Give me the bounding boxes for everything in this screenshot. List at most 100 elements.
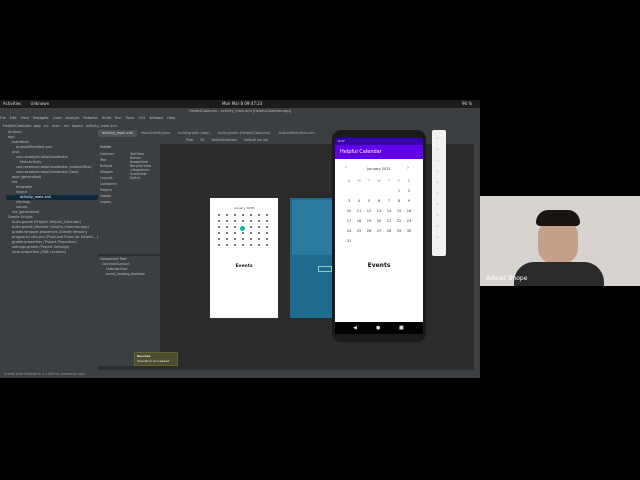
menu-item-vcs[interactable]: VCS xyxy=(138,116,145,120)
theme-selector[interactable]: HelpfulCalendar xyxy=(211,138,237,142)
editor-tab[interactable]: build.gradle (HelpfulCalendar) xyxy=(214,130,275,137)
editor-tab[interactable]: AndroidManifest.xml xyxy=(275,130,319,137)
calendar-day[interactable]: 8 xyxy=(394,197,404,205)
menu-item-view[interactable]: View xyxy=(21,116,29,120)
menu-item-window[interactable]: Window xyxy=(149,116,163,120)
recents-icon[interactable]: ■ xyxy=(399,325,404,331)
palette-item[interactable]: Switch xyxy=(130,176,160,180)
breadcrumb-item[interactable]: src xyxy=(44,124,49,128)
project-panel: Android app manifests AndroidManifest.xml ja… xyxy=(6,130,98,370)
menu-item-analyze[interactable]: Analyze xyxy=(66,116,80,120)
calendar-day[interactable]: 5 xyxy=(364,197,374,205)
battery-status[interactable]: 96 % xyxy=(462,100,472,108)
calendar-day[interactable]: 24 xyxy=(344,227,354,235)
calendar-day[interactable]: 29 xyxy=(394,227,404,235)
calendar-day[interactable]: 9 xyxy=(404,197,414,205)
locale-selector[interactable]: Default (en-us) xyxy=(244,138,268,142)
breadcrumb-item[interactable]: HelpfulCalendar xyxy=(3,124,31,128)
emulator-screen[interactable]: 9:47 Helpful Calendar ‹ January 2021 › S… xyxy=(335,138,423,334)
calendar-day[interactable]: 11 xyxy=(354,207,364,215)
calendar-day[interactable]: 2 xyxy=(404,187,414,195)
overview-icon[interactable]: ◦ xyxy=(436,235,439,241)
breadcrumb-item[interactable]: activity_main.xml xyxy=(86,124,117,128)
activities-button[interactable]: Activities xyxy=(3,101,21,106)
menu-item-navigate[interactable]: Navigate xyxy=(33,116,49,120)
menu-item-refactor[interactable]: Refactor xyxy=(83,116,98,120)
preview-day-cell xyxy=(242,244,244,246)
calendar-day[interactable]: 18 xyxy=(354,217,364,225)
back-icon[interactable]: ◀ xyxy=(353,325,357,331)
app-menu[interactable]: Unknown xyxy=(31,101,50,106)
breadcrumb-item[interactable]: layout xyxy=(72,124,83,128)
breadcrumb-item[interactable]: main xyxy=(52,124,61,128)
calendar-day[interactable]: 16 xyxy=(404,207,414,215)
preview-day-cell xyxy=(218,214,220,216)
clock[interactable]: Mon Mar 8 09:47:23 xyxy=(222,100,262,108)
blueprint-textview xyxy=(318,266,332,272)
menu-item-help[interactable]: Help xyxy=(167,116,175,120)
rotate-right-icon[interactable]: ◦ xyxy=(436,180,439,186)
menu-item-file[interactable]: File xyxy=(0,116,6,120)
home-icon[interactable]: ◦ xyxy=(436,224,439,230)
rotate-left-icon[interactable]: ◦ xyxy=(436,169,439,175)
calendar-day[interactable]: 12 xyxy=(364,207,374,215)
editor-tab[interactable]: MainActivity.java xyxy=(137,130,174,137)
person-hair xyxy=(536,210,580,226)
next-month-icon[interactable]: › xyxy=(407,165,409,171)
calendar-day[interactable]: 31 xyxy=(344,237,354,245)
weekday-label: W xyxy=(377,179,381,183)
preview-day-cell xyxy=(234,220,236,222)
breadcrumb-item[interactable]: res xyxy=(64,124,69,128)
menu-item-edit[interactable]: Edit xyxy=(10,116,17,120)
menu-item-build[interactable]: Build xyxy=(102,116,111,120)
editor-tab[interactable]: activity_main.xml xyxy=(98,130,137,137)
calendar-day[interactable]: 30 xyxy=(404,227,414,235)
editor-tab[interactable]: build.gradle (app) xyxy=(174,130,213,137)
calendar-day[interactable]: 20 xyxy=(374,217,384,225)
calendar-day[interactable]: 21 xyxy=(384,217,394,225)
volume-up-icon[interactable]: ◦ xyxy=(436,147,439,153)
calendar-day[interactable]: 1 xyxy=(394,187,404,195)
calendar-day[interactable]: 28 xyxy=(384,227,394,235)
calendar-day[interactable]: 15 xyxy=(394,207,404,215)
calendar-day[interactable]: 23 xyxy=(404,217,414,225)
calendar-view[interactable]: ‹ January 2021 › S M T W T F S 1 2 3 4 5 6 7 8 9 10 11 12 1… xyxy=(335,159,423,254)
breadcrumb-item[interactable]: app xyxy=(34,124,41,128)
back-icon[interactable]: ◦ xyxy=(436,213,439,219)
menu-item-run[interactable]: Run xyxy=(115,116,122,120)
zoom-icon[interactable]: ◦ xyxy=(436,202,439,208)
device-selector[interactable]: Pixel xyxy=(186,138,193,142)
preview-day-cell xyxy=(242,214,244,216)
calendar-day[interactable]: 3 xyxy=(344,197,354,205)
power-icon[interactable]: ◦ xyxy=(436,136,439,142)
component-tree-item[interactable]: event_heading_textview xyxy=(98,272,160,277)
calendar-day[interactable]: 22 xyxy=(394,217,404,225)
calendar-day[interactable]: 13 xyxy=(374,207,384,215)
menu-item-tools[interactable]: Tools xyxy=(126,116,135,120)
calendar-day[interactable]: 26 xyxy=(364,227,374,235)
volume-down-icon[interactable]: ◦ xyxy=(436,158,439,164)
api-selector[interactable]: 30 xyxy=(200,138,204,142)
calendar-day[interactable]: 27 xyxy=(374,227,384,235)
project-tree-item[interactable]: local.properties (SDK Location) xyxy=(6,250,98,255)
palette-category[interactable]: Legacy xyxy=(100,200,128,206)
preview-day-cell xyxy=(250,214,252,216)
calendar-grid: S M T W T F S 1 2 3 4 5 6 7 8 9 10 11 12 13 14 15 16 17 18 19 20 21… xyxy=(344,177,414,253)
preview-day-cell xyxy=(250,220,252,222)
design-preview[interactable]: January 2038 Events xyxy=(210,198,278,318)
calendar-day[interactable]: 19 xyxy=(364,217,374,225)
person-shirt xyxy=(514,262,604,286)
more-icon[interactable]: ◦ xyxy=(436,246,439,252)
calendar-day[interactable]: 14 xyxy=(384,207,394,215)
preview-day-cell xyxy=(266,238,268,240)
calendar-day[interactable]: 25 xyxy=(354,227,364,235)
calendar-day[interactable]: 4 xyxy=(354,197,364,205)
calendar-day[interactable]: 17 xyxy=(344,217,354,225)
calendar-day[interactable]: 6 xyxy=(374,197,384,205)
camera-icon[interactable]: ◦ xyxy=(436,191,439,197)
calendar-day[interactable]: 7 xyxy=(384,197,394,205)
menu-item-code[interactable]: Code xyxy=(53,116,62,120)
home-icon[interactable]: ● xyxy=(376,325,380,331)
preview-day-cell xyxy=(266,232,268,234)
calendar-day[interactable]: 10 xyxy=(344,207,354,215)
